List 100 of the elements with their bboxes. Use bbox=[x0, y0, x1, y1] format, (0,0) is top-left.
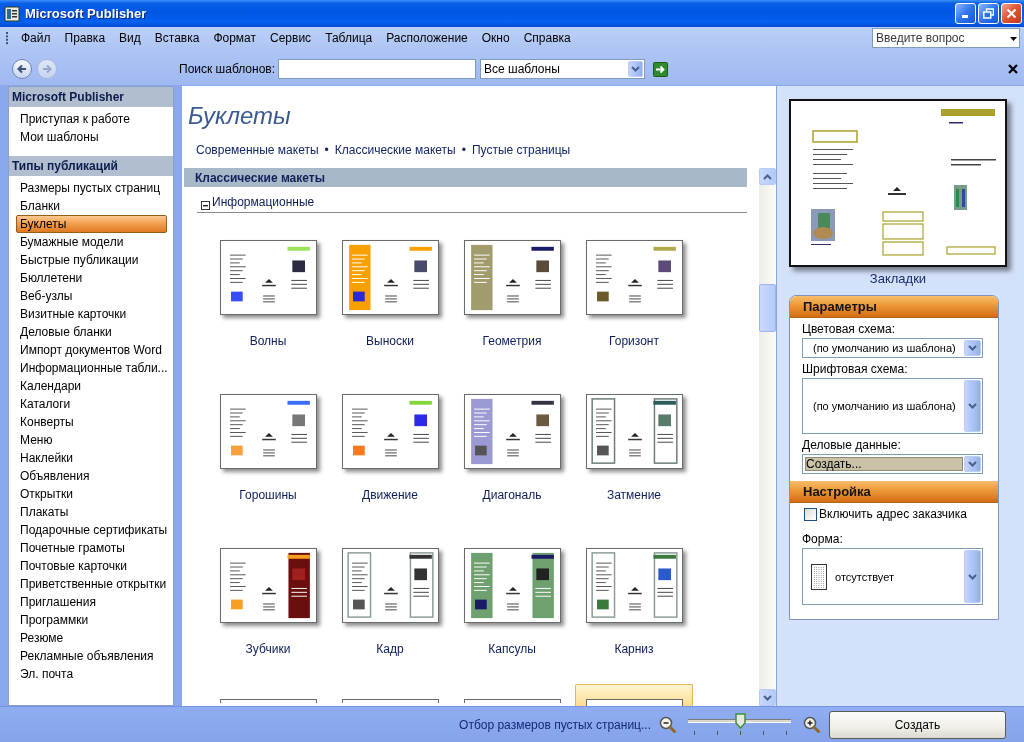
back-button[interactable] bbox=[12, 59, 32, 79]
sidebar-item[interactable]: Импорт документов Word bbox=[16, 341, 167, 359]
sidebar-item[interactable]: Визитные карточки bbox=[16, 305, 167, 323]
minimize-button[interactable] bbox=[955, 3, 976, 24]
sidebar-item[interactable]: Информационные табли... bbox=[16, 359, 167, 377]
dropdown[interactable]: Создать... bbox=[802, 454, 983, 474]
category-link[interactable]: Современные макеты bbox=[196, 143, 319, 157]
template-tile[interactable]: Горошины bbox=[209, 376, 327, 521]
sidebar-item[interactable]: Деловые бланки bbox=[16, 323, 167, 341]
sidebar-item[interactable]: Плакаты bbox=[16, 503, 167, 521]
checkbox[interactable] bbox=[804, 507, 817, 521]
sidebar-item[interactable]: Рекламные объявления bbox=[16, 647, 167, 665]
section-heading: Классические макеты bbox=[184, 168, 747, 187]
field-label: Шрифтовая схема: bbox=[802, 362, 909, 376]
template-tile[interactable]: Капсулы bbox=[453, 530, 571, 675]
sidebar-item[interactable]: Бланки bbox=[16, 197, 167, 215]
zoom-out-icon[interactable] bbox=[659, 716, 676, 733]
panel-heading: Настройка bbox=[790, 481, 998, 503]
sidebar-item[interactable]: Приступая к работе bbox=[16, 110, 167, 128]
field-label: Форма: bbox=[802, 532, 844, 546]
sidebar-item[interactable]: Приветственные открытки bbox=[16, 575, 167, 593]
menu-item[interactable]: Расположение bbox=[379, 31, 475, 45]
sidebar-item[interactable]: Почетные грамоты bbox=[16, 539, 167, 557]
category-link[interactable]: Пустые страницы bbox=[471, 143, 571, 157]
template-tile[interactable]: Выноски bbox=[331, 222, 449, 367]
field-label: Деловые данные: bbox=[802, 438, 902, 452]
menu-item[interactable]: Формат bbox=[206, 31, 264, 45]
sidebar-item[interactable]: Веб-узлы bbox=[16, 287, 167, 305]
group-heading[interactable]: Информационные bbox=[212, 195, 315, 210]
menu-item[interactable]: Вид bbox=[112, 31, 148, 45]
sidebar-item[interactable]: Почтовые карточки bbox=[16, 557, 167, 575]
arrow-left-icon bbox=[16, 63, 28, 75]
sidebar-heading: Microsoft Publisher bbox=[9, 87, 173, 107]
sidebar-item[interactable]: Мои шаблоны bbox=[16, 128, 167, 146]
menu-item[interactable]: Правка bbox=[57, 31, 113, 45]
sidebar-item[interactable]: Конверты bbox=[16, 413, 167, 431]
sidebar-item[interactable]: Эл. почта bbox=[16, 665, 167, 683]
status-link[interactable]: Отбор размеров пустых страниц... bbox=[459, 717, 651, 732]
sidebar-item[interactable]: Резюме bbox=[16, 629, 167, 647]
template-tile[interactable]: Волны bbox=[209, 222, 327, 367]
arrow-right-icon bbox=[41, 63, 53, 75]
template-tile[interactable]: Карниз bbox=[575, 530, 693, 675]
template-tile[interactable]: Горизонт bbox=[575, 222, 693, 367]
menu-item[interactable]: Файл bbox=[14, 31, 58, 45]
sidebar-item[interactable]: Буклеты bbox=[16, 215, 167, 233]
zoom-slider[interactable] bbox=[688, 712, 791, 737]
template-tile[interactable] bbox=[575, 684, 693, 706]
dropdown[interactable]: (по умолчанию из шаблона) bbox=[802, 338, 983, 358]
sidebar-item[interactable]: Подарочные сертификаты bbox=[16, 521, 167, 539]
restore-icon bbox=[983, 8, 994, 19]
search-label: Поиск шаблонов: bbox=[179, 62, 276, 76]
close-button[interactable] bbox=[1001, 3, 1022, 24]
sidebar-item[interactable]: Наклейки bbox=[16, 449, 167, 467]
scope-dropdown[interactable]: Все шаблоны bbox=[480, 59, 646, 79]
help-search-field[interactable]: Введите вопрос bbox=[872, 28, 1020, 48]
menu-item[interactable]: Сервис bbox=[263, 31, 319, 45]
app-icon bbox=[4, 5, 20, 22]
template-tile[interactable]: Зубчики bbox=[209, 530, 327, 675]
sidebar-item[interactable]: Бумажные модели bbox=[16, 233, 167, 251]
list-box[interactable]: (по умолчанию из шаблона) bbox=[802, 378, 983, 434]
sidebar-item[interactable]: Открытки bbox=[16, 485, 167, 503]
category-link[interactable]: Классические макеты bbox=[334, 143, 456, 157]
sidebar-item[interactable]: Каталоги bbox=[16, 395, 167, 413]
template-tile[interactable]: Затмение bbox=[575, 376, 693, 521]
menu-item[interactable]: Справка bbox=[516, 31, 578, 45]
chevron-up-icon[interactable] bbox=[763, 173, 772, 180]
template-tile[interactable]: Диагональ bbox=[453, 376, 571, 521]
sidebar-item[interactable]: Программки bbox=[16, 611, 167, 629]
template-tile[interactable]: Геометрия bbox=[453, 222, 571, 367]
preview-caption: Закладки bbox=[869, 271, 927, 286]
template-tile[interactable]: Движение bbox=[331, 376, 449, 521]
separator-text: • bbox=[461, 143, 466, 157]
restore-button[interactable] bbox=[978, 3, 999, 24]
menu-item[interactable]: Вставка bbox=[147, 31, 207, 45]
sidebar-item[interactable]: Быстрые публикации bbox=[16, 251, 167, 269]
collapse-icon[interactable] bbox=[201, 201, 210, 210]
menu-item[interactable]: Таблица bbox=[318, 31, 380, 45]
separator-text: • bbox=[324, 143, 329, 157]
scrollbar-thumb[interactable] bbox=[759, 284, 776, 332]
template-tile[interactable]: Кадр bbox=[331, 530, 449, 675]
sidebar-item[interactable]: Меню bbox=[16, 431, 167, 449]
scroll-up-button[interactable] bbox=[759, 168, 776, 185]
close-icon bbox=[1006, 8, 1017, 19]
scroll-down-button[interactable] bbox=[759, 689, 776, 706]
sidebar-item[interactable]: Бюллетени bbox=[16, 269, 167, 287]
slider-thumb[interactable] bbox=[734, 712, 746, 729]
menu-item[interactable]: Окно bbox=[474, 31, 517, 45]
create-button[interactable]: Создать bbox=[829, 710, 1006, 739]
chevron-down-icon[interactable] bbox=[763, 694, 772, 701]
field-label: Цветовая схема: bbox=[802, 322, 896, 336]
sidebar-item[interactable]: Приглашения bbox=[16, 593, 167, 611]
zoom-in-icon[interactable] bbox=[803, 716, 820, 733]
list-box[interactable]: отсутствует bbox=[802, 548, 983, 605]
sidebar-heading: Типы публикаций bbox=[9, 156, 173, 176]
close-icon[interactable] bbox=[1008, 64, 1018, 74]
sidebar-item[interactable]: Календари bbox=[16, 377, 167, 395]
sidebar-item[interactable]: Размеры пустых страниц bbox=[16, 179, 167, 197]
arrow-right-icon[interactable] bbox=[653, 61, 669, 77]
search-field[interactable] bbox=[278, 59, 477, 79]
sidebar-item[interactable]: Объявления bbox=[16, 467, 167, 485]
